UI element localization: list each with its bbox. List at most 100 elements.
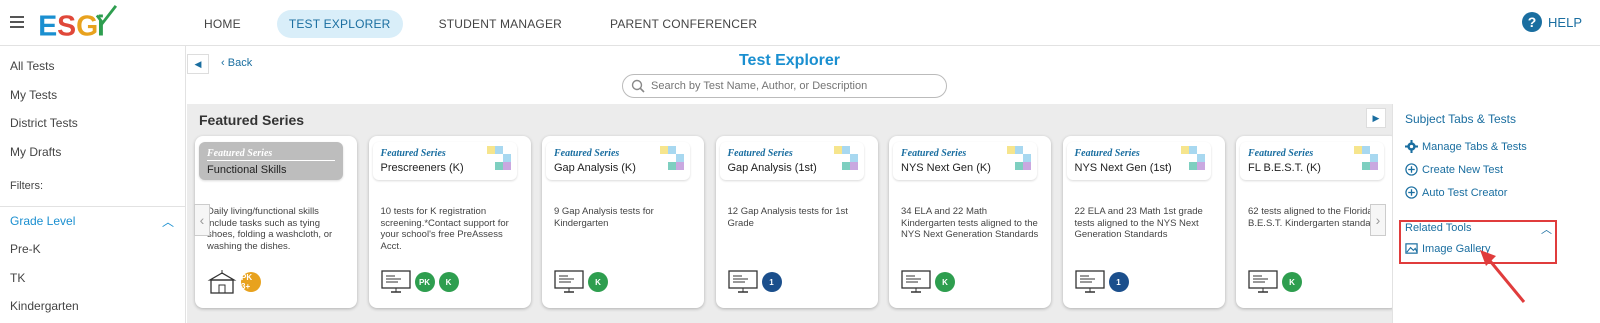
related-tools-title: Related Tools xyxy=(1405,222,1472,234)
svg-text:S: S xyxy=(57,10,76,40)
grade-filter-kindergarten[interactable]: Kindergarten xyxy=(10,299,79,313)
card-title: Functional Skills xyxy=(207,164,287,176)
grade-badge: K xyxy=(1282,272,1302,292)
card-header: Featured Series FL B.E.S.T. (K) xyxy=(1240,142,1384,180)
carousel-next-button[interactable]: › xyxy=(1370,204,1386,236)
card-description: 9 Gap Analysis tests for Kindergarten xyxy=(554,206,654,229)
sidebar-item-my-drafts[interactable]: My Drafts xyxy=(10,145,61,159)
esgi-logo[interactable]: E S G i xyxy=(36,4,120,40)
featured-card[interactable]: Featured Series Gap Analysis (K) 9 Gap An… xyxy=(542,136,704,308)
monitor-icon xyxy=(380,270,411,293)
manage-tabs-link[interactable]: Manage Tabs & Tests xyxy=(1405,140,1527,153)
grade-badge: 1 xyxy=(761,272,782,292)
monitor-icon xyxy=(554,270,584,293)
svg-text:E: E xyxy=(38,10,57,40)
nav-parent-conferencer[interactable]: PARENT CONFERENCER xyxy=(598,10,769,38)
hamburger-menu-icon[interactable] xyxy=(10,16,24,28)
nav-student-manager[interactable]: STUDENT MANAGER xyxy=(427,10,574,38)
search-icon xyxy=(631,79,645,93)
card-header: Featured Series Gap Analysis (K) xyxy=(546,142,690,180)
monitor-icon xyxy=(901,270,931,293)
image-icon xyxy=(1405,243,1418,254)
featured-card[interactable]: Featured Series NYS Next Gen (1st) 22 ELA… xyxy=(1062,136,1225,308)
card-badges: K xyxy=(554,270,608,294)
top-bar: E S G i HOME TEST EXPLORER STUDENT MANAG… xyxy=(0,0,1600,46)
help-button[interactable]: ? HELP xyxy=(1522,12,1582,32)
auto-test-creator-label: Auto Test Creator xyxy=(1422,186,1508,199)
nav-test-explorer[interactable]: TEST EXPLORER xyxy=(276,10,403,38)
card-badges: 1 xyxy=(1074,270,1129,294)
card-header: Featured Series Prescreeners (K) xyxy=(372,142,517,180)
sidebar-item-district-tests[interactable]: District Tests xyxy=(10,116,78,130)
series-pattern-icon xyxy=(833,146,858,170)
series-pattern-icon xyxy=(660,146,684,170)
card-badges: 1 xyxy=(727,270,782,294)
featured-card[interactable]: Featured Series NYS Next Gen (K) 34 ELA a… xyxy=(889,136,1051,308)
auto-test-creator-link[interactable]: Auto Test Creator xyxy=(1405,186,1507,199)
featured-card[interactable]: Featured Series Functional Skills Daily l… xyxy=(195,136,357,308)
chevron-up-icon[interactable]: ︿ xyxy=(1541,221,1552,237)
expand-panel-button[interactable]: ▶ xyxy=(1366,108,1386,128)
grade-badge: K xyxy=(935,272,955,292)
card-header: Featured Series Functional Skills xyxy=(199,142,343,180)
gear-icon xyxy=(1405,140,1418,153)
card-badges: K xyxy=(901,270,955,294)
card-badges: PK K xyxy=(380,270,459,294)
grade-badge: PK 3+ xyxy=(241,272,261,292)
sidebar: All Tests My Tests District Tests My Dra… xyxy=(0,46,186,323)
grade-badge: K xyxy=(588,272,608,292)
grade-badge: K xyxy=(438,272,459,292)
main-content: ◀ ‹ Back Test Explorer Featured Series ▶… xyxy=(187,46,1398,323)
svg-text:G: G xyxy=(76,10,98,40)
card-header: Featured Series Gap Analysis (1st) xyxy=(719,142,864,180)
series-pattern-icon xyxy=(1007,146,1031,170)
card-series-label: Featured Series xyxy=(207,148,335,161)
grade-level-filter-header[interactable]: Grade Level ︿ xyxy=(0,206,186,235)
grade-filter-tk[interactable]: TK xyxy=(10,271,25,285)
plus-circle-icon xyxy=(1405,163,1418,176)
featured-series-title: Featured Series xyxy=(199,112,305,128)
annotation-arrow-icon xyxy=(1480,250,1526,303)
grade-filter-pre-k[interactable]: Pre-K xyxy=(10,242,41,256)
create-new-test-label: Create New Test xyxy=(1422,163,1504,176)
nav-home[interactable]: HOME xyxy=(192,10,253,38)
card-description: 62 tests aligned to the Florida B.E.S.T.… xyxy=(1248,206,1384,229)
featured-card[interactable]: Featured Series Gap Analysis (1st) 12 Gap… xyxy=(715,136,878,308)
card-header: Featured Series NYS Next Gen (K) xyxy=(893,142,1037,180)
card-badges: PK 3+ xyxy=(207,270,261,294)
chevron-up-icon[interactable]: ︿ xyxy=(162,213,174,230)
monitor-icon xyxy=(1074,270,1105,293)
sidebar-item-my-tests[interactable]: My Tests xyxy=(10,88,57,102)
filters-label: Filters: xyxy=(10,180,43,192)
sidebar-item-all-tests[interactable]: All Tests xyxy=(10,59,54,73)
featured-card[interactable]: Featured Series Prescreeners (K) 10 tests… xyxy=(368,136,531,308)
search-input[interactable] xyxy=(651,80,931,92)
card-description: 12 Gap Analysis tests for 1st Grade xyxy=(727,206,848,229)
monitor-icon xyxy=(1248,270,1278,293)
card-badges: K xyxy=(1248,270,1302,294)
manage-tabs-label: Manage Tabs & Tests xyxy=(1422,140,1527,153)
grade-level-label: Grade Level xyxy=(10,214,76,228)
help-icon: ? xyxy=(1522,12,1543,32)
monitor-icon xyxy=(727,270,758,293)
card-header: Featured Series NYS Next Gen (1st) xyxy=(1066,142,1211,180)
featured-series-section: Featured Series ▶ Featured Series Functi… xyxy=(187,104,1398,323)
page-title: Test Explorer xyxy=(738,52,841,69)
card-description: 10 tests for K registration screening.*C… xyxy=(380,206,509,252)
series-pattern-icon xyxy=(1180,146,1205,170)
page-header: ◀ ‹ Back Test Explorer xyxy=(187,46,1392,104)
help-label: HELP xyxy=(1548,14,1582,30)
create-new-test-link[interactable]: Create New Test xyxy=(1405,163,1503,176)
main-nav: HOME TEST EXPLORER STUDENT MANAGER PAREN… xyxy=(192,10,793,38)
subject-tabs-title: Subject Tabs & Tests xyxy=(1405,112,1516,126)
series-pattern-icon xyxy=(1354,146,1378,170)
grade-badge: 1 xyxy=(1108,272,1129,292)
search-box[interactable] xyxy=(622,74,947,98)
card-description: 22 ELA and 23 Math 1st grade tests align… xyxy=(1074,206,1203,240)
carousel-prev-button[interactable]: ‹ xyxy=(194,204,210,236)
school-icon xyxy=(207,270,237,294)
series-pattern-icon xyxy=(486,146,511,170)
plus-circle-icon xyxy=(1405,186,1418,199)
grade-badge: PK xyxy=(414,272,435,292)
card-description: Daily living/functional skills include t… xyxy=(207,206,333,252)
